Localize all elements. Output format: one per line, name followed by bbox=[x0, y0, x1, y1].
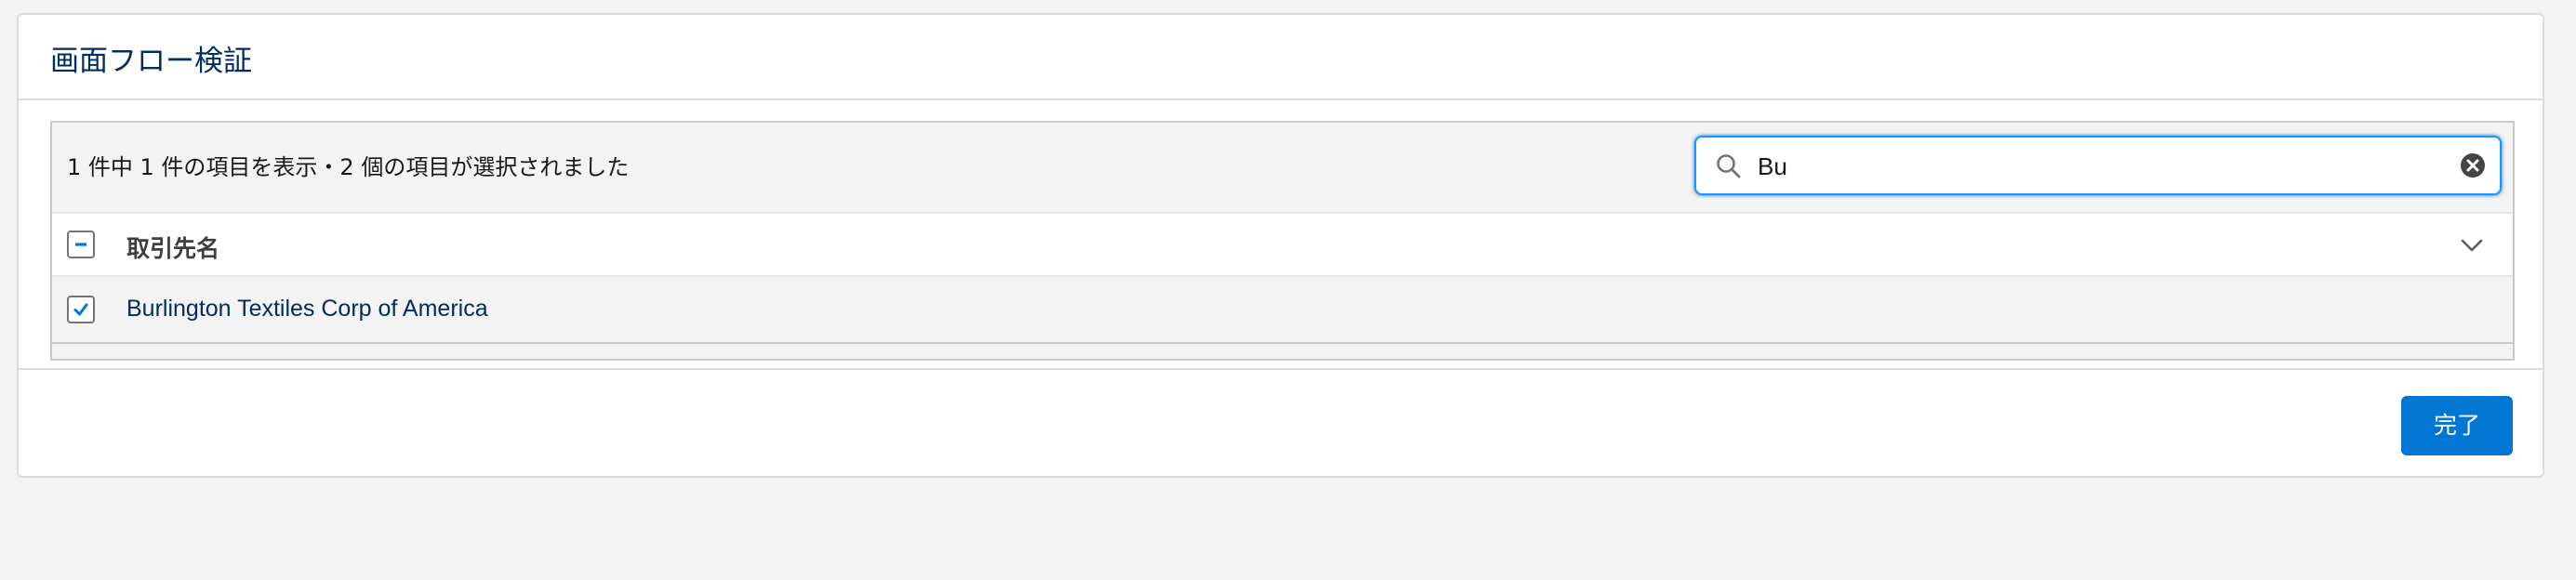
selection-info-text: 1 件中 1 件の項目を表示・2 個の項目が選択されました bbox=[67, 154, 630, 180]
search-input[interactable] bbox=[1756, 147, 2410, 186]
table-toolbar: 1 件中 1 件の項目を表示・2 個の項目が選択されました bbox=[52, 123, 2513, 212]
card-title: 画面フロー検証 bbox=[50, 45, 252, 78]
card-footer: 完了 bbox=[19, 368, 2543, 478]
select-all-checkbox[interactable] bbox=[67, 231, 95, 258]
checkmark-icon bbox=[73, 303, 88, 316]
chevron-down-icon[interactable] bbox=[2459, 234, 2485, 257]
table-row: Burlington Textiles Corp of America bbox=[52, 277, 2513, 344]
data-table: 1 件中 1 件の項目を表示・2 個の項目が選択されました Bu 取引先名 Bu… bbox=[50, 121, 2515, 361]
search-icon bbox=[1717, 154, 1741, 178]
screen-flow-card: 画面フロー検証 1 件中 1 件の項目を表示・2 個の項目が選択されました Bu… bbox=[17, 13, 2544, 478]
search-box[interactable] bbox=[1694, 136, 2502, 195]
indeterminate-icon bbox=[75, 243, 86, 246]
table-header-row: 取引先名 bbox=[52, 212, 2513, 277]
row-checkbox[interactable] bbox=[67, 296, 95, 323]
done-button[interactable]: 完了 bbox=[2401, 396, 2513, 455]
clear-icon[interactable] bbox=[2459, 152, 2487, 179]
account-name-cell: Burlington Textiles Corp of America bbox=[126, 296, 488, 322]
column-header-account-name[interactable]: 取引先名 bbox=[126, 231, 219, 264]
card-header: 画面フロー検証 bbox=[19, 15, 2543, 100]
